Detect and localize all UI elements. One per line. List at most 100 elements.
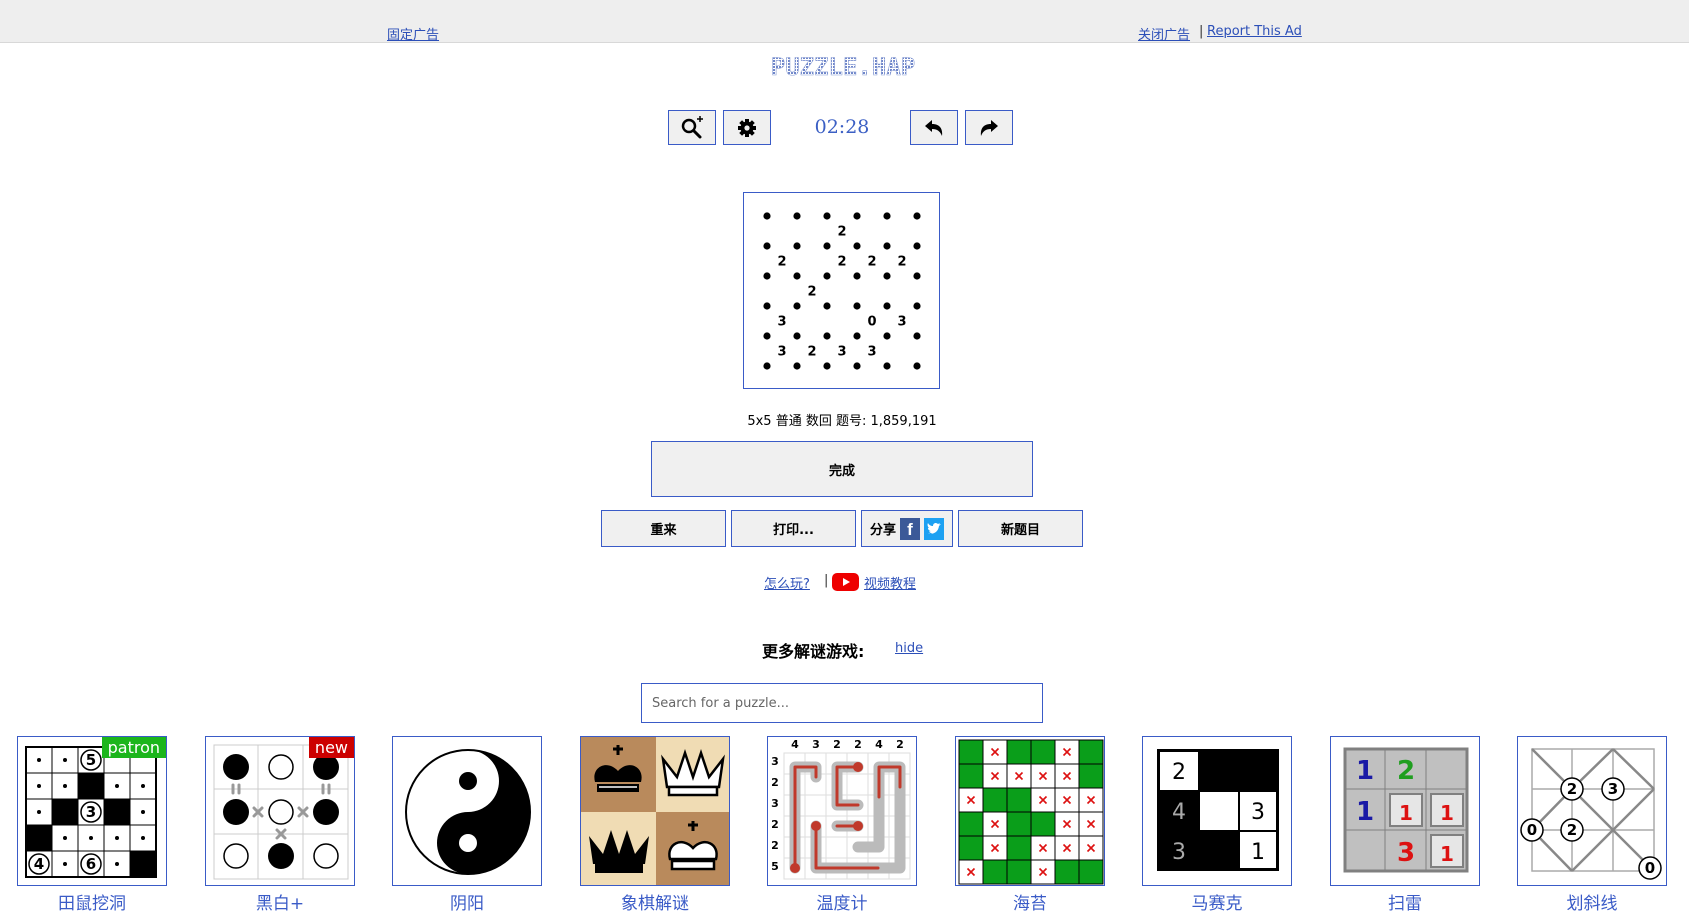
mosaic-clue: 4 [1172, 800, 1186, 825]
puzzle-board[interactable]: 2 2 2 2 2 2 3 0 3 3 2 3 3 [743, 192, 940, 389]
seaweed-cell [1030, 811, 1056, 837]
thermometer-thumbnail: 4 3 2 2 4 2 3 2 3 2 2 5 [771, 738, 911, 880]
puzzle-cell[interactable] [827, 276, 857, 306]
seaweed-cell [982, 859, 1008, 885]
seaweed-cell [1078, 763, 1104, 789]
how-to-play-link[interactable]: 怎么玩? [764, 573, 810, 592]
share-button[interactable]: 分享 f [861, 510, 953, 547]
site-logo[interactable]: PUZZLE.HAP [749, 53, 937, 82]
new-puzzle-button[interactable]: 新题目 [958, 510, 1083, 547]
thermo-col-clue: 2 [833, 738, 841, 751]
board-grid[interactable]: 2 2 2 2 2 2 3 0 3 3 2 3 3 [744, 193, 941, 390]
zoom-button[interactable] [668, 110, 716, 145]
game-tile-chess[interactable] [580, 736, 730, 886]
seaweed-cell [1006, 859, 1032, 885]
game-tile-blackwhite[interactable]: new [205, 736, 355, 886]
facebook-icon[interactable]: f [900, 517, 921, 540]
dig-clue-6: 6 [86, 855, 96, 873]
zoom-in-icon [681, 115, 703, 138]
undo-button[interactable] [910, 110, 958, 145]
mines-clue: 2 [1397, 756, 1415, 786]
seaweed-cell [1054, 859, 1080, 885]
video-tutorial-link[interactable]: 视频教程 [864, 573, 916, 592]
slant-clue: 2 [1567, 821, 1577, 839]
cell-clue: 2 [777, 255, 786, 270]
mines-clue: 1 [1440, 842, 1454, 866]
game-label-thermometers[interactable]: 温度计 [767, 889, 917, 914]
cell-clue: 2 [867, 255, 876, 270]
seaweed-thumbnail [958, 739, 1104, 885]
puzzle-cell[interactable] [887, 276, 917, 306]
gear-icon [738, 118, 756, 137]
redo-button[interactable] [965, 110, 1013, 145]
mosaic-thumbnail: 2 4 3 3 1 [1157, 749, 1279, 871]
fixed-ad-link[interactable]: 固定广告 [387, 24, 439, 43]
thermo-row-clue: 3 [771, 755, 779, 768]
ad-separator: | [1199, 24, 1204, 39]
slant-clue: 0 [1527, 821, 1537, 839]
restart-button[interactable]: 重来 [601, 510, 726, 547]
seaweed-cell [958, 739, 984, 765]
puzzle-info: 5x5 普通 数回 题号: 1,859,191 [747, 414, 937, 429]
thermo-row-clue: 2 [771, 776, 779, 789]
hide-link[interactable]: hide [895, 641, 923, 656]
puzzle-cell[interactable] [857, 276, 887, 306]
game-label-chess[interactable]: 象棋解谜 [580, 889, 730, 914]
close-ad-link[interactable]: 关闭广告 [1138, 24, 1190, 43]
game-label-seaweed[interactable]: 海苔 [955, 889, 1105, 914]
game-tile-minesweeper[interactable]: 1 2 1 1 1 3 1 [1330, 736, 1480, 886]
puzzle-cell[interactable] [797, 306, 827, 336]
cell-clue: 2 [807, 345, 816, 360]
puzzle-cell[interactable] [797, 246, 827, 276]
game-label-yinyang[interactable]: 阴阳 [392, 889, 542, 914]
puzzle-cell[interactable] [887, 336, 917, 366]
settings-button[interactable] [723, 110, 771, 145]
game-tile-mosaic[interactable]: 2 4 3 3 1 [1142, 736, 1292, 886]
game-label-mosaic[interactable]: 马赛克 [1142, 889, 1292, 914]
thermo-col-clue: 4 [791, 738, 799, 751]
cell-clue: 3 [777, 345, 786, 360]
puzzle-cell[interactable] [887, 216, 917, 246]
game-label-dig[interactable]: 田鼠挖洞 [17, 889, 167, 914]
puzzle-cell[interactable] [767, 216, 797, 246]
puzzle-cell[interactable] [767, 276, 797, 306]
mosaic-clue: 1 [1251, 840, 1265, 865]
game-tile-slant[interactable]: 2 3 0 2 0 [1517, 736, 1667, 886]
game-label-blackwhite[interactable]: 黑白+ [205, 889, 355, 914]
dig-clue-3: 3 [86, 803, 96, 821]
seaweed-cell [958, 835, 984, 861]
game-tile-thermometers[interactable]: 4 3 2 2 4 2 3 2 3 2 2 5 [767, 736, 917, 886]
patron-badge: patron [101, 737, 166, 758]
print-button[interactable]: 打印... [731, 510, 856, 547]
dig-thumbnail: 5 3 4 6 [25, 746, 157, 878]
game-tile-dig[interactable]: 5 3 4 6 patron [17, 736, 167, 886]
help-separator: | [824, 573, 829, 588]
puzzle-cell[interactable] [857, 216, 887, 246]
search-input[interactable] [641, 683, 1043, 723]
minesweeper-thumbnail: 1 2 1 1 1 3 1 [1343, 747, 1469, 873]
puzzle-cell[interactable] [797, 216, 827, 246]
seaweed-cell [1006, 739, 1032, 765]
thermo-row-clue: 2 [771, 818, 779, 831]
thermo-row-clue: 2 [771, 839, 779, 852]
new-badge: new [308, 737, 354, 758]
blackwhite-thumbnail [213, 744, 349, 880]
thermo-col-clue: 2 [896, 738, 904, 751]
done-button[interactable]: 完成 [651, 441, 1033, 497]
game-label-slant[interactable]: 划斜线 [1517, 889, 1667, 914]
thermo-col-clue: 2 [854, 738, 862, 751]
mines-clue: 3 [1397, 838, 1415, 868]
game-tile-yinyang[interactable] [392, 736, 542, 886]
chess-thumbnail [581, 737, 729, 885]
twitter-icon[interactable] [924, 517, 945, 540]
report-ad-link[interactable]: Report This Ad [1207, 24, 1302, 39]
seaweed-cell [1030, 739, 1056, 765]
redo-icon [980, 119, 998, 136]
thermo-row-clue: 3 [771, 797, 779, 810]
game-tile-seaweed[interactable] [955, 736, 1105, 886]
seaweed-cell [1006, 787, 1032, 813]
seaweed-cell [982, 787, 1008, 813]
youtube-icon[interactable] [832, 573, 859, 591]
puzzle-cell[interactable] [827, 306, 857, 336]
game-label-minesweeper[interactable]: 扫雷 [1330, 889, 1480, 914]
